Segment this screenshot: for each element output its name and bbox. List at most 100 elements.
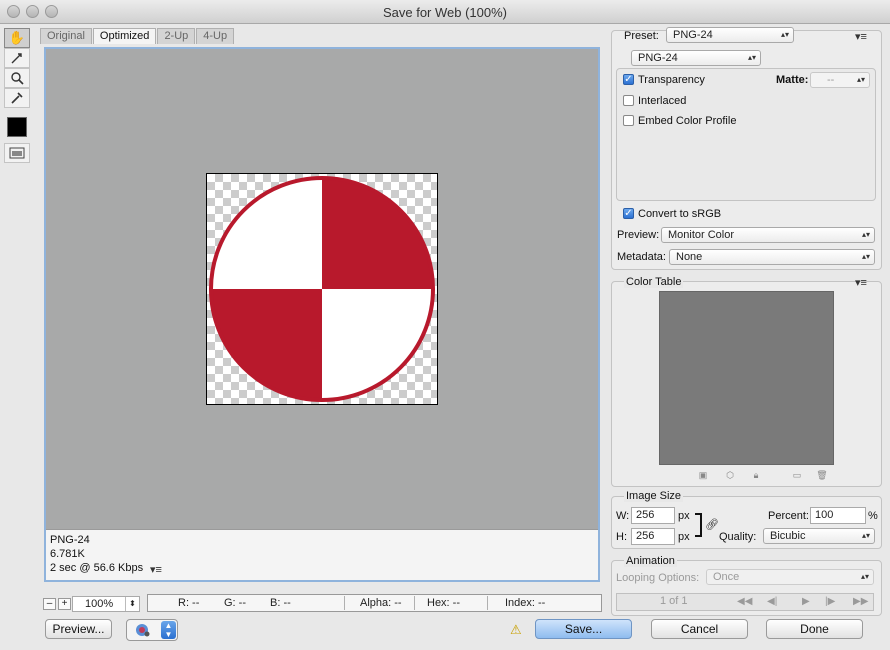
preset-label: Preset: bbox=[624, 30, 659, 42]
save-button[interactable]: Save... bbox=[535, 619, 632, 639]
embed-color-profile-checkbox[interactable] bbox=[623, 115, 634, 126]
optimized-image bbox=[206, 173, 438, 405]
first-frame-icon[interactable]: ◀◀ bbox=[737, 596, 752, 607]
frame-counter: 1 of 1 bbox=[660, 595, 688, 607]
convert-srgb-checkbox[interactable]: ✓ bbox=[623, 208, 634, 219]
preview-mode-select[interactable]: Monitor Color ▴▾ bbox=[661, 227, 875, 243]
select-arrows-icon: ▴▾ bbox=[860, 572, 869, 581]
looping-options-select[interactable]: Once ▴▾ bbox=[706, 569, 874, 585]
last-frame-icon[interactable]: ▶▶ bbox=[853, 596, 868, 607]
previous-frame-icon[interactable]: ◀| bbox=[767, 596, 777, 607]
tab-2-up[interactable]: 2-Up bbox=[157, 28, 196, 44]
width-field[interactable]: 256 bbox=[631, 507, 675, 524]
preview-mode-value: Monitor Color bbox=[668, 229, 735, 241]
select-arrows-icon: ▴▾ bbox=[856, 75, 865, 84]
hand-tool-icon[interactable]: ✋ bbox=[4, 28, 30, 48]
view-tabs: Original Optimized 2-Up 4-Up bbox=[40, 28, 235, 44]
zoom-in-button[interactable]: + bbox=[58, 598, 71, 610]
image-size-label: Image Size bbox=[624, 490, 684, 502]
done-button[interactable]: Done bbox=[766, 619, 863, 639]
embed-color-profile-label: Embed Color Profile bbox=[638, 115, 737, 127]
preview-mode-label: Preview: bbox=[617, 229, 660, 241]
new-color-icon[interactable]: ▭ bbox=[788, 468, 806, 482]
color-table-label: Color Table bbox=[624, 276, 684, 288]
percent-label: Percent: bbox=[768, 510, 809, 522]
percent-field[interactable]: 100 bbox=[810, 507, 866, 524]
zoom-level-value: 100% bbox=[85, 598, 114, 610]
web-shift-icon[interactable]: ⬡ bbox=[721, 468, 739, 482]
select-arrows-icon: ▴▾ bbox=[780, 30, 789, 39]
title-bar: Save for Web (100%) bbox=[0, 0, 890, 24]
matte-select[interactable]: -- ▴▾ bbox=[810, 72, 870, 88]
readout-g: G: -- bbox=[224, 597, 246, 609]
browser-icon bbox=[136, 624, 150, 637]
lock-color-icon[interactable]: 🔒︎ bbox=[747, 468, 765, 482]
height-unit: px bbox=[678, 531, 690, 543]
optimize-menu-icon[interactable]: ▾≡ bbox=[855, 30, 867, 43]
preview-browser-select[interactable]: ▲ ▼ bbox=[126, 619, 178, 641]
zoom-tool-icon[interactable] bbox=[4, 68, 30, 88]
preview-button[interactable]: Preview... bbox=[45, 619, 112, 639]
select-arrows-icon: ▴▾ bbox=[747, 53, 756, 62]
percent-unit: % bbox=[868, 510, 878, 522]
select-arrows-icon: ▴▾ bbox=[861, 531, 870, 540]
eyedropper-tool-icon[interactable] bbox=[4, 88, 30, 108]
preview-canvas[interactable]: PNG-24 6.781K 2 sec @ 56.6 Kbps ▾≡ bbox=[44, 47, 600, 582]
zoom-dropdown-icon[interactable]: ⬍ bbox=[125, 597, 139, 611]
info-download-time: 2 sec @ 56.6 Kbps bbox=[50, 562, 144, 574]
link-proportions-icon[interactable]: 🔗︎ bbox=[705, 518, 719, 531]
readout-divider bbox=[414, 596, 415, 610]
metadata-select[interactable]: None ▴▾ bbox=[669, 249, 875, 265]
next-frame-icon[interactable]: |▶ bbox=[825, 596, 835, 607]
tab-optimized[interactable]: Optimized bbox=[92, 28, 157, 44]
transparency-label: Transparency bbox=[638, 74, 705, 86]
readout-alpha: Alpha: -- bbox=[360, 597, 402, 609]
matte-label: Matte: bbox=[776, 74, 809, 86]
optimization-info: PNG-24 6.781K 2 sec @ 56.6 Kbps ▾≡ bbox=[46, 529, 598, 580]
readout-b: B: -- bbox=[270, 597, 291, 609]
color-table-menu-icon[interactable]: ▾≡ bbox=[855, 276, 867, 289]
browser-dropdown-icon[interactable]: ▲ ▼ bbox=[161, 621, 176, 639]
info-menu-icon[interactable]: ▾≡ bbox=[150, 563, 162, 576]
looping-options-label: Looping Options: bbox=[616, 572, 700, 584]
toggle-slices-icon[interactable] bbox=[4, 143, 30, 163]
warning-icon: ⚠ bbox=[510, 622, 522, 637]
quartered-circle-image bbox=[209, 176, 435, 402]
tab-4-up[interactable]: 4-Up bbox=[196, 28, 235, 44]
constrain-bracket bbox=[695, 513, 702, 537]
height-field[interactable]: 256 bbox=[631, 528, 675, 545]
cancel-button[interactable]: Cancel bbox=[651, 619, 748, 639]
zoom-level-field[interactable]: 100% ⬍ bbox=[72, 596, 140, 612]
matte-value: -- bbox=[827, 74, 835, 86]
zoom-out-button[interactable]: – bbox=[43, 598, 56, 610]
delete-color-icon[interactable]: 🗑︎ bbox=[813, 468, 831, 482]
slice-select-tool-icon[interactable] bbox=[4, 48, 30, 68]
readout-hex: Hex: -- bbox=[427, 597, 460, 609]
quality-select[interactable]: Bicubic ▴▾ bbox=[763, 528, 875, 544]
preset-select[interactable]: PNG-24 ▴▾ bbox=[666, 27, 794, 43]
tab-original[interactable]: Original bbox=[40, 28, 92, 44]
eyedropper-color-swatch[interactable] bbox=[7, 117, 27, 137]
color-table-grid[interactable] bbox=[659, 291, 834, 465]
looping-options-value: Once bbox=[713, 571, 740, 583]
info-file-size: 6.781K bbox=[50, 548, 85, 560]
interlaced-checkbox[interactable] bbox=[623, 95, 634, 106]
play-icon[interactable]: ▶ bbox=[802, 596, 810, 607]
preset-value: PNG-24 bbox=[673, 29, 713, 41]
animation-label: Animation bbox=[624, 555, 677, 567]
animation-controls: 1 of 1 ◀◀ ◀| ▶ |▶ ▶▶ bbox=[616, 593, 874, 611]
convert-srgb-label: Convert to sRGB bbox=[638, 208, 722, 220]
window-title: Save for Web (100%) bbox=[382, 5, 508, 20]
width-label: W: bbox=[616, 510, 630, 522]
map-transparent-icon[interactable]: ▣ bbox=[694, 468, 712, 482]
readout-index: Index: -- bbox=[505, 597, 546, 609]
file-format-value: PNG-24 bbox=[638, 52, 678, 64]
transparency-checkbox[interactable]: ✓ bbox=[623, 74, 634, 85]
color-readout-bar: R: -- G: -- B: -- Alpha: -- Hex: -- Inde… bbox=[147, 594, 602, 612]
interlaced-label: Interlaced bbox=[638, 95, 687, 107]
select-arrows-icon: ▴▾ bbox=[861, 230, 870, 239]
file-format-select[interactable]: PNG-24 ▴▾ bbox=[631, 50, 761, 66]
tool-column: ✋ bbox=[4, 28, 32, 168]
readout-divider bbox=[344, 596, 345, 610]
metadata-value: None bbox=[676, 251, 703, 263]
